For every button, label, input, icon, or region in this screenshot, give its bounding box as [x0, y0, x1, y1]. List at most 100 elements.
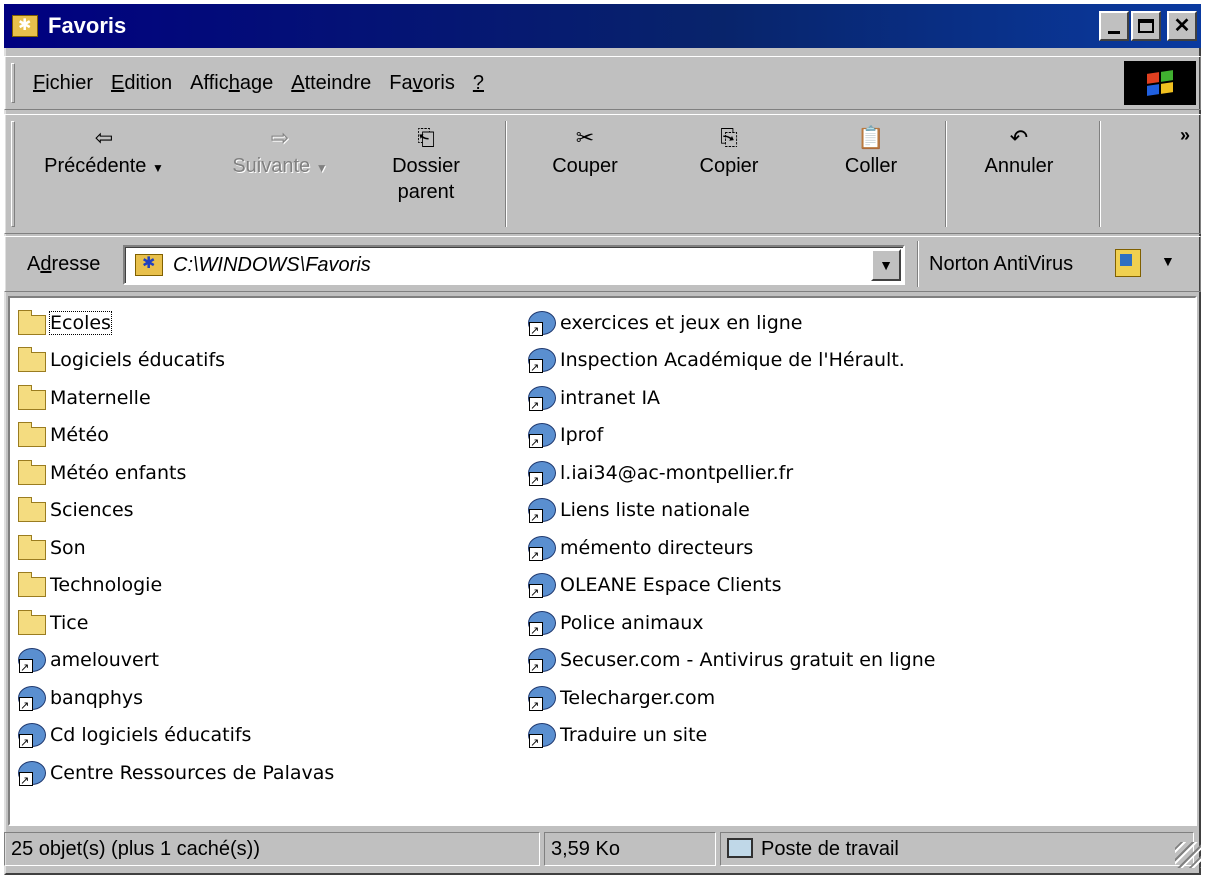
internet-shortcut-icon — [18, 685, 46, 712]
shortcut-item[interactable]: Secuser.com - Antivirus gratuit en ligne — [528, 642, 935, 680]
address-value[interactable]: C:\WINDOWS\Favoris — [173, 254, 371, 277]
file-list-view[interactable]: Ecoles Logiciels éducatifs Maternelle Météo… — [8, 296, 1197, 826]
menu-bar: Fichier Edition Affichage Atteindre Favo… — [4, 56, 1201, 110]
shortcut-item[interactable]: Centre Ressources de Palavas — [18, 754, 334, 792]
forward-button[interactable]: ⇨ Suivante ▼ — [205, 123, 355, 181]
internet-shortcut-icon — [528, 385, 556, 412]
item-label: Météo enfants — [50, 461, 187, 484]
title-bar[interactable]: Favoris ✕ — [4, 4, 1201, 48]
back-dropdown-icon[interactable]: ▼ — [152, 161, 164, 175]
item-label: Centre Ressources de Palavas — [50, 761, 335, 784]
address-bar: Adresse C:\WINDOWS\Favoris ▼ Norton Anti… — [4, 236, 1201, 292]
resize-grip[interactable] — [1175, 842, 1201, 868]
folder-icon — [18, 309, 46, 335]
menubar-grip[interactable] — [11, 63, 15, 103]
internet-shortcut-icon — [528, 498, 556, 524]
norton-antivirus-icon[interactable] — [1115, 249, 1141, 277]
file-column-left: Ecoles Logiciels éducatifs Maternelle Météo… — [18, 304, 334, 792]
shortcut-item[interactable]: l.iai34@ac-montpellier.fr — [528, 454, 935, 492]
folder-item[interactable]: Technologie — [18, 567, 334, 605]
shortcut-item[interactable]: Telecharger.com — [528, 679, 935, 717]
undo-button[interactable]: ↶ Annuler — [959, 123, 1079, 179]
status-bar: 25 objet(s) (plus 1 caché(s)) 3,59 Ko Po… — [4, 830, 1201, 868]
folder-item[interactable]: Maternelle — [18, 379, 334, 417]
folder-item[interactable]: Tice — [18, 604, 334, 642]
file-column-right: exercices et jeux en ligne Inspection Aca… — [528, 304, 935, 754]
shortcut-item[interactable]: intranet IA — [528, 379, 935, 417]
address-input[interactable]: C:\WINDOWS\Favoris ▼ — [123, 245, 905, 285]
shortcut-item[interactable]: exercices et jeux en ligne — [528, 304, 935, 342]
maximize-button[interactable] — [1131, 11, 1161, 41]
shortcut-item[interactable]: amelouvert — [18, 642, 334, 680]
paste-button[interactable]: 📋 Coller — [811, 123, 931, 179]
internet-shortcut-icon — [528, 685, 556, 712]
toolbar-separator — [1099, 121, 1101, 227]
shortcut-item[interactable]: mémento directeurs — [528, 529, 935, 567]
item-label: amelouvert — [50, 649, 159, 672]
shortcut-item[interactable]: Inspection Académique de l'Hérault. — [528, 342, 935, 380]
shortcut-item[interactable]: Traduire un site — [528, 717, 935, 755]
folder-icon — [18, 384, 46, 410]
close-button[interactable]: ✕ — [1167, 11, 1197, 41]
folder-item[interactable]: Sciences — [18, 492, 334, 530]
shortcut-item[interactable]: Cd logiciels éducatifs — [18, 717, 334, 755]
item-label: Maternelle — [50, 386, 151, 409]
toolbar-more-chevron-icon[interactable]: » — [1180, 125, 1190, 146]
folder-item[interactable]: Météo enfants — [18, 454, 334, 492]
folder-item[interactable]: Ecoles — [18, 304, 334, 342]
menu-affichage[interactable]: Affichage — [190, 72, 273, 95]
folder-icon — [18, 347, 46, 373]
internet-shortcut-icon — [18, 723, 46, 749]
computer-icon — [727, 838, 753, 858]
internet-shortcut-icon — [528, 535, 556, 562]
item-label: Iprof — [560, 424, 604, 447]
shortcut-item[interactable]: OLEANE Espace Clients — [528, 567, 935, 605]
norton-antivirus-label[interactable]: Norton AntiVirus — [929, 253, 1073, 276]
folder-icon — [18, 497, 46, 523]
favorites-folder-icon — [12, 15, 38, 37]
menu-edition[interactable]: Edition — [111, 72, 172, 95]
status-object-count: 25 objet(s) (plus 1 caché(s)) — [4, 832, 540, 866]
item-label: Sciences — [50, 499, 134, 522]
item-label: mémento directeurs — [560, 536, 754, 559]
folder-item[interactable]: Météo — [18, 417, 334, 455]
copy-button[interactable]: ⎘ Copier — [669, 123, 789, 179]
item-label: Son — [50, 536, 86, 559]
menu-favoris[interactable]: Favoris — [389, 72, 455, 95]
item-label: Police animaux — [560, 611, 704, 634]
item-label: Liens liste nationale — [560, 499, 750, 522]
windows-flag-icon — [1147, 70, 1173, 96]
menu-fichier[interactable]: Fichier — [33, 72, 93, 95]
shortcut-item[interactable]: Liens liste nationale — [528, 492, 935, 530]
minimize-icon — [1108, 30, 1120, 34]
internet-shortcut-icon — [528, 423, 556, 449]
menu-atteindre[interactable]: Atteindre — [291, 72, 371, 95]
item-label: Secuser.com - Antivirus gratuit en ligne — [560, 649, 936, 672]
internet-shortcut-icon — [528, 723, 556, 749]
folder-item[interactable]: Logiciels éducatifs — [18, 342, 334, 380]
window-controls: ✕ — [1099, 11, 1197, 41]
forward-dropdown-icon[interactable]: ▼ — [316, 161, 328, 175]
internet-shortcut-icon — [528, 648, 556, 674]
standard-toolbar: ⇦ Précédente ▼ ⇨ Suivante ▼ ⎗ Dossier pa… — [4, 114, 1201, 234]
shortcut-item[interactable]: Police animaux — [528, 604, 935, 642]
shortcut-item[interactable]: Iprof — [528, 417, 935, 455]
maximize-icon — [1138, 19, 1154, 33]
scissors-icon: ✂ — [575, 125, 595, 150]
parent-folder-button[interactable]: ⎗ Dossier parent — [371, 123, 481, 205]
back-button[interactable]: ⇦ Précédente ▼ — [19, 123, 189, 181]
folder-item[interactable]: Son — [18, 529, 334, 567]
internet-shortcut-icon — [18, 648, 46, 674]
undo-icon: ↶ — [1009, 125, 1029, 150]
address-dropdown-button[interactable]: ▼ — [871, 249, 901, 281]
toolbar-grip[interactable] — [11, 121, 15, 227]
item-label: Cd logiciels éducatifs — [50, 724, 252, 747]
cut-button[interactable]: ✂ Couper — [525, 123, 645, 179]
norton-dropdown-icon[interactable]: ▼ — [1161, 253, 1175, 269]
item-label: OLEANE Espace Clients — [560, 574, 782, 597]
shortcut-item[interactable]: banqphys — [18, 679, 334, 717]
minimize-button[interactable] — [1099, 11, 1129, 41]
menu-help[interactable]: ? — [473, 72, 484, 95]
folder-icon — [18, 459, 46, 485]
address-separator — [917, 241, 919, 287]
